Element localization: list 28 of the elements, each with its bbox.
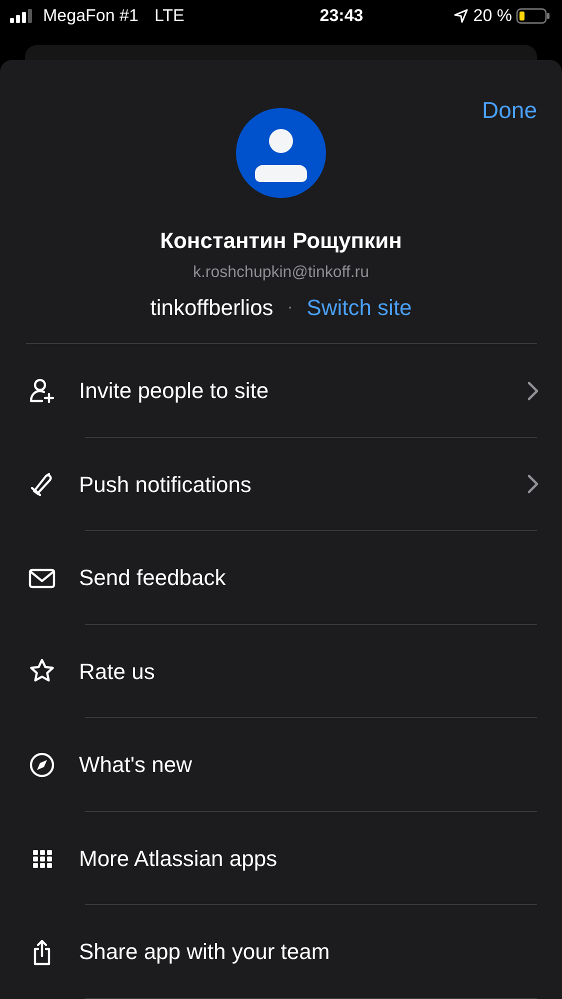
network-type: LTE xyxy=(154,5,184,28)
menu-item[interactable]: Push notifications xyxy=(0,438,562,531)
menu-label: Push notifications xyxy=(79,470,252,499)
menu-item[interactable]: More Atlassian apps xyxy=(0,812,562,905)
carrier-name: MegaFon #1 xyxy=(43,5,138,28)
menu-item[interactable]: What's new xyxy=(0,718,562,812)
menu-label: Invite people to site xyxy=(79,377,270,406)
menu-item[interactable]: Share app with your team xyxy=(0,905,562,998)
user-name: Константин Рощупкин xyxy=(160,227,402,255)
switch-site-link[interactable]: Switch site xyxy=(306,291,412,324)
avatar-icon xyxy=(236,108,326,198)
menu-item[interactable]: Send feedback xyxy=(0,531,562,624)
menu-item[interactable]: Rate us xyxy=(0,624,562,718)
menu-label: Send feedback xyxy=(79,564,227,592)
battery-icon xyxy=(516,8,550,24)
battery-percent: 20 % xyxy=(473,5,512,28)
signal-icon xyxy=(10,9,35,23)
menu-item[interactable]: Invite people to site xyxy=(0,344,562,438)
menu-label: What's new xyxy=(79,751,194,780)
menu-label: Rate us xyxy=(79,658,156,686)
menu-label: Share app with your team xyxy=(79,938,331,966)
clock: 23:43 xyxy=(320,5,364,28)
done-button[interactable]: Done xyxy=(482,93,537,128)
separator-dot: · xyxy=(287,298,293,318)
site-name: tinkoffberlios xyxy=(150,294,274,322)
location-arrow-icon xyxy=(453,8,470,24)
user-email: k.roshchupkin@tinkoff.ru xyxy=(192,263,370,283)
menu-label: More Atlassian apps xyxy=(79,844,278,873)
